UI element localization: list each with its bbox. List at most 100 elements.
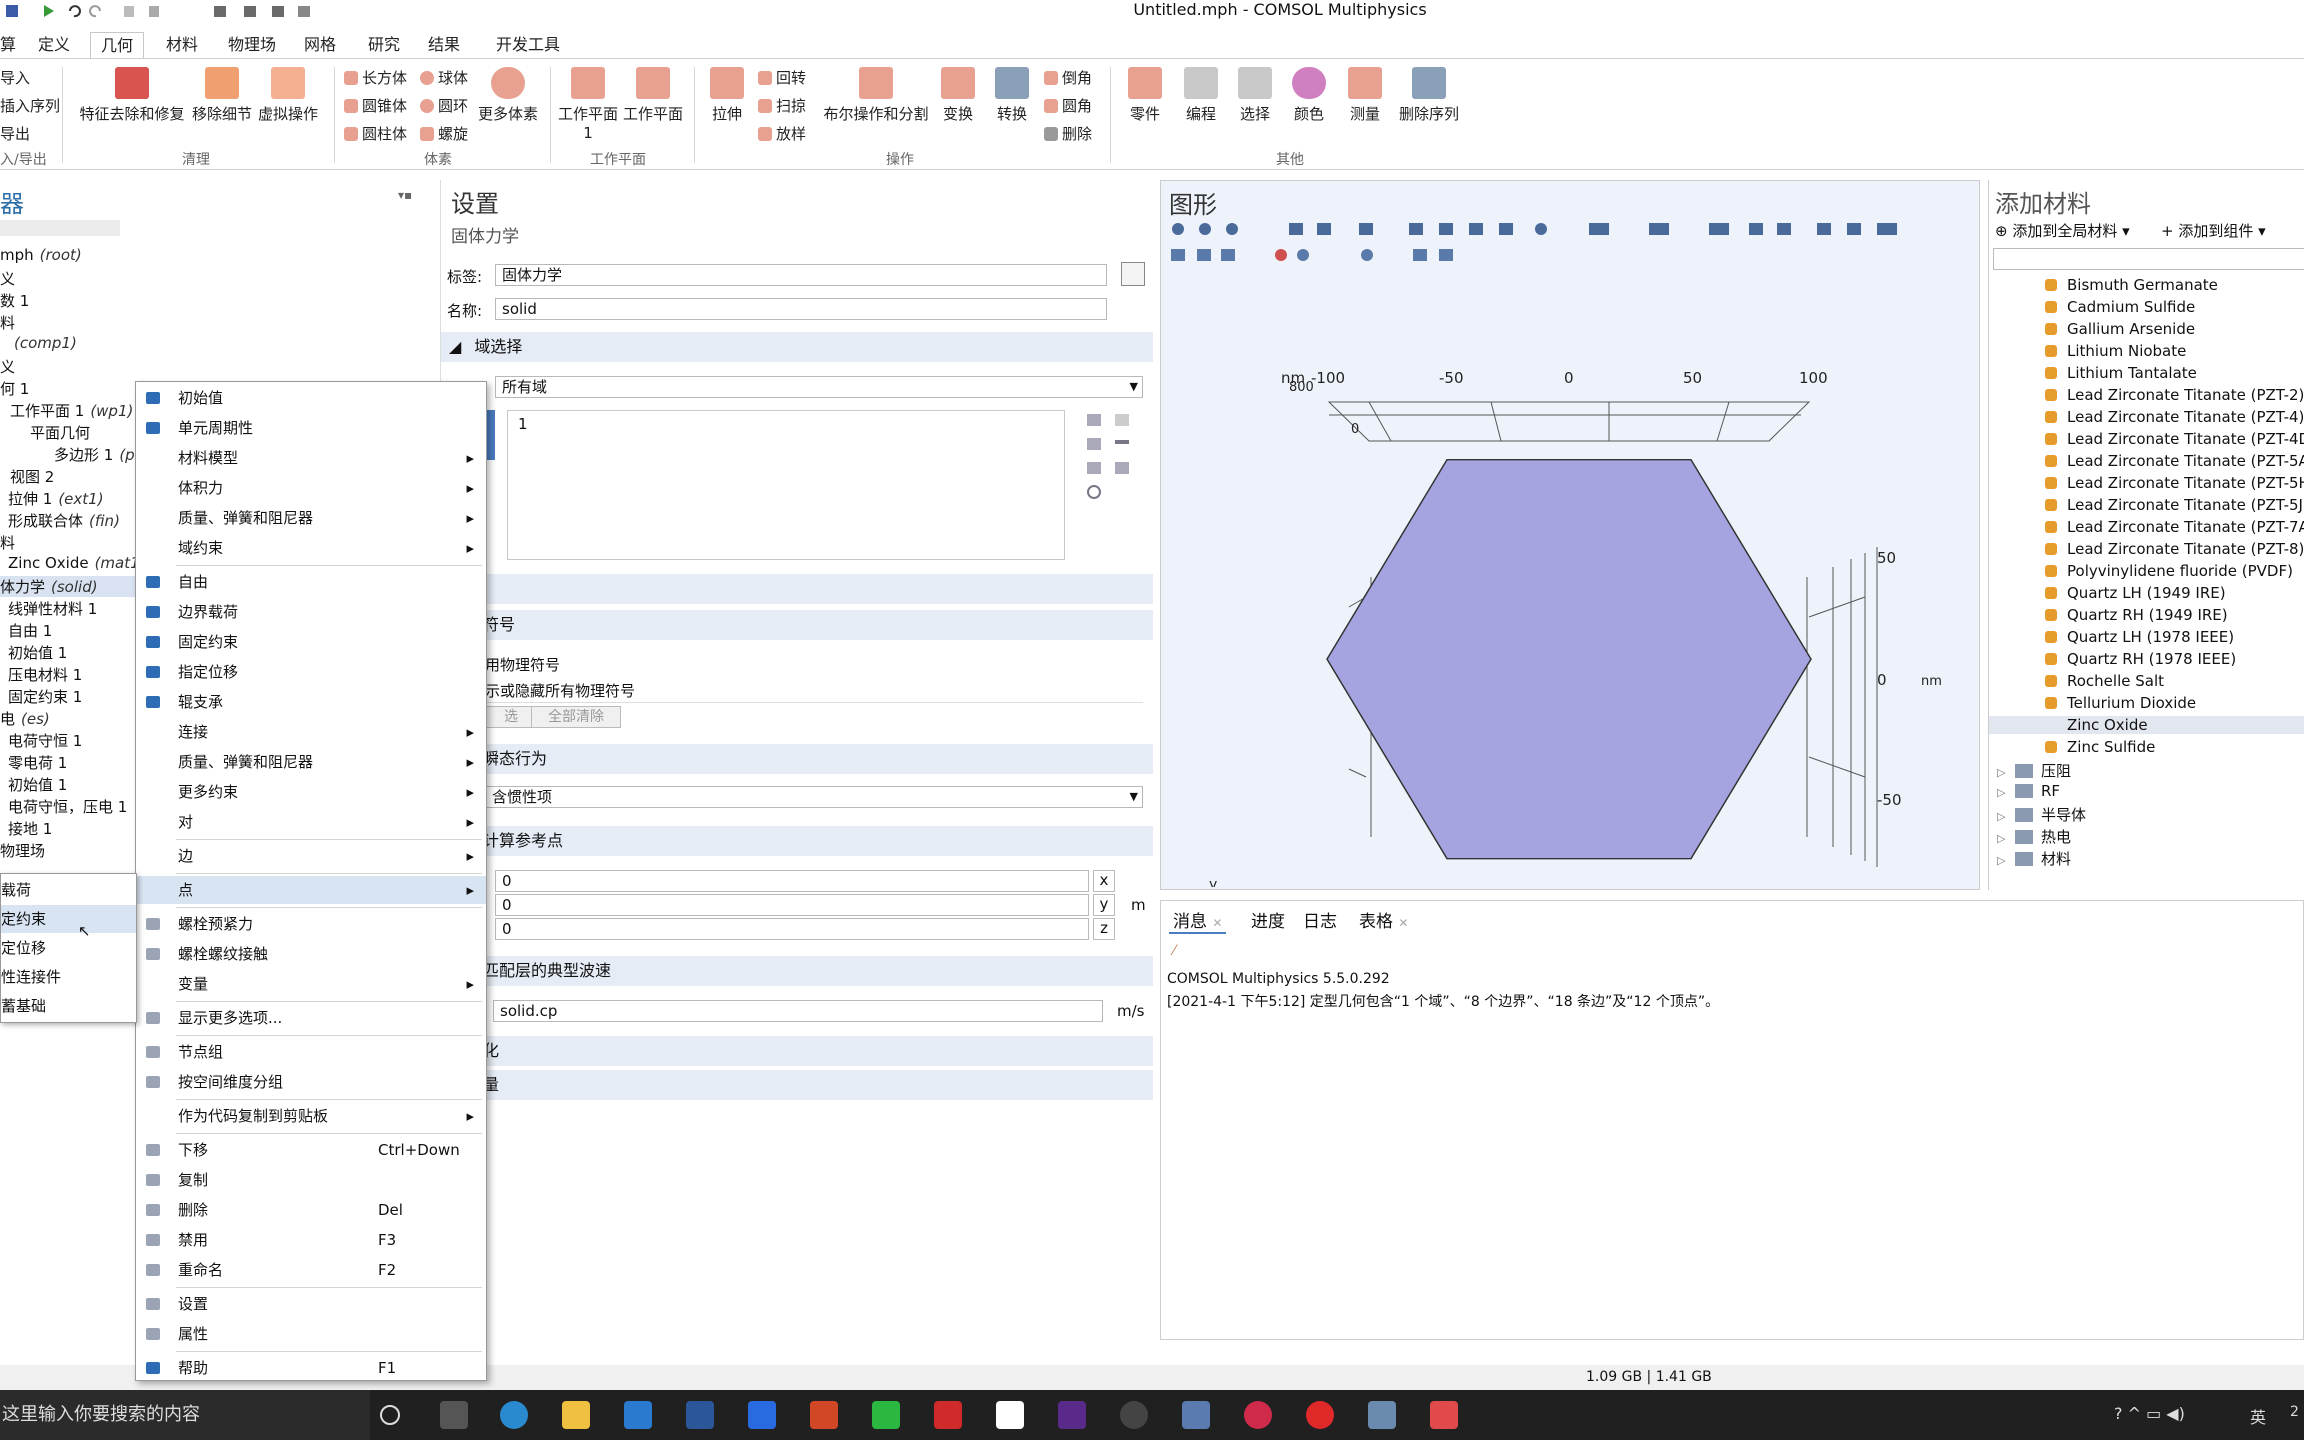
submenu-item[interactable]: 载荷 [1,876,136,904]
material-item[interactable]: Cadmium Sulfide [2044,298,2195,316]
material-item[interactable]: Lead Zirconate Titanate (PZT-5J) [2045,496,2304,514]
programming-button[interactable]: 编程 [1176,67,1226,124]
section-dependent-variables[interactable]: 因变量 [441,1070,1153,1100]
en-dictionary-icon[interactable] [996,1401,1024,1429]
material-item[interactable]: Lead Zirconate Titanate (PZT-2) [2044,386,2304,404]
tree-node[interactable]: 接地 1 [8,818,52,839]
menu-item[interactable]: 删除 Del [136,1196,486,1224]
color-button[interactable]: 颜色 [1284,67,1334,124]
domain-list[interactable]: 1 [507,410,1065,560]
remove-details-button[interactable]: 移除细节 [190,67,254,124]
graphics-toolbar[interactable] [1169,219,1929,239]
menu-item[interactable]: 更多约束 ▸ [136,778,486,806]
menu-item[interactable]: 作为代码复制到剪贴板 ▸ [136,1102,486,1130]
taskbar-search-box[interactable]: 这里输入你要搜索的内容 [0,1390,370,1440]
add-to-global-button[interactable]: ⊕ 添加到全局材料 ▾ [1995,220,2130,241]
section-discretization[interactable]: 离散化 [441,1036,1153,1066]
torus-button[interactable]: 圆环 [420,95,468,116]
label-field[interactable]: 固体力学 [495,264,1107,286]
expand-icon[interactable]: ▷ [1997,810,2009,823]
k-app-icon[interactable] [748,1401,776,1429]
tree-node[interactable]: 拉伸 1 (ext1) [8,488,104,509]
word-icon[interactable] [686,1401,714,1429]
delete-sequence-button[interactable]: 删除序列 [1394,67,1464,124]
import-button[interactable]: 导入 [0,67,30,88]
comsol-icon[interactable] [1368,1401,1396,1429]
ref-point-x-field[interactable]: 0 [495,870,1089,892]
tree-node[interactable]: 形成联合体 (fin) [8,510,120,531]
hexagon-domain[interactable] [1326,458,1812,860]
menu-item[interactable]: 指定位移 [136,658,486,686]
menu-item[interactable]: 设置 [136,1290,486,1318]
edge-icon[interactable] [500,1401,528,1429]
sweep-button[interactable]: 扫掠 [758,95,806,116]
menu-item[interactable]: 单元周期性 [136,414,486,442]
insert-sequence-button[interactable]: 插入序列 [0,95,60,116]
delete-entities-button[interactable]: 删除 [1044,123,1092,144]
menu-item[interactable]: 固定约束 [136,628,486,656]
graphics-canvas[interactable]: nm 800 -100 -50 0 50 100 0 50 0 -50 nm y… [1161,277,1979,887]
cone-button[interactable]: 圆锥体 [344,95,407,116]
tree-node[interactable]: 电 (es) [0,708,50,729]
cylinder-button[interactable]: 圆柱体 [344,123,407,144]
menu-item[interactable]: 连接 ▸ [136,718,486,746]
block-button[interactable]: 长方体 [344,67,407,88]
tree-node[interactable]: 初始值 1 [8,642,67,663]
record-icon[interactable] [1306,1401,1334,1429]
material-item[interactable]: Tellurium Dioxide [2044,694,2196,712]
tree-node[interactable]: 线弹性材料 1 [8,598,97,619]
tree-node[interactable]: 视图 2 [10,466,54,487]
sphere-button[interactable]: 球体 [420,67,468,88]
transforms-button[interactable]: 变换 [934,67,982,124]
material-item[interactable]: Lithium Tantalate [2045,364,2197,382]
menu-item[interactable]: 复制 [136,1166,486,1194]
model-tree[interactable]: mph (root) 义数 1 料 (comp1) 义何 1 工作平面 1 (wp1) 平面几何… [0,246,135,906]
close-icon[interactable]: ✕ [1212,916,1222,930]
material-item[interactable]: Lead Zirconate Titanate (PZT-4D [2044,430,2304,448]
tab-log[interactable]: 日志 [1303,907,1337,932]
material-item[interactable]: Quartz LH (1978 IEEE) [2044,628,2234,646]
mail-icon[interactable] [624,1401,652,1429]
selections-button[interactable]: 选择 [1230,67,1280,124]
section-equation[interactable]: 方程 [441,574,1153,604]
clear-broom-icon[interactable]: ⁄ [1173,943,1187,959]
selection-toolbar[interactable] [1085,412,1135,502]
menu-item[interactable]: 重命名 F2 [136,1256,486,1284]
chamfer-button[interactable]: 倒角 [1044,67,1092,88]
input-method-indicator[interactable]: 英 [2250,1404,2266,1428]
material-item[interactable]: Lithium Niobate [2044,342,2186,360]
parts-button[interactable]: 零件 [1120,67,1170,124]
material-item[interactable]: Lead Zirconate Titanate (PZT-8) [2044,540,2304,558]
section-domain-selection[interactable]: ◢ 域选择 [441,332,1153,362]
menu-item[interactable]: 点 ▸ [136,876,486,904]
menu-item[interactable]: 变量 ▸ [136,970,486,998]
extrude-button[interactable]: 拉伸 [700,67,754,124]
material-item[interactable]: Quartz RH (1949 IRE) [2045,606,2228,624]
material-folder[interactable]: ▷ 压阻 [1997,760,2071,781]
material-item[interactable]: Zinc Oxide [1989,716,2304,734]
close-icon[interactable]: ✕ [1398,916,1408,930]
material-item[interactable]: Bismuth Germanate [2045,276,2218,294]
app-icon[interactable] [1182,1401,1210,1429]
tab-mesh[interactable]: 网格 [304,32,336,58]
material-item[interactable]: Rochelle Salt [2044,672,2164,690]
wave-speed-field[interactable]: solid.cp [493,1000,1103,1022]
expand-icon[interactable]: ▷ [1997,854,2009,867]
section-structural-transient[interactable]: 结构瞬态行为 [441,744,1153,774]
submenu-item[interactable]: 定位移 [1,934,136,962]
tree-node[interactable]: (comp1) [8,334,77,352]
select-button[interactable]: 选 [485,706,537,728]
tree-node[interactable]: 义 [0,356,15,377]
work-plane-1-button[interactable]: 工作平面 1 [558,67,618,142]
menu-item[interactable]: 辊支承 [136,688,486,716]
more-primitives-button[interactable]: 更多体素 [472,67,544,124]
label-edit-icon[interactable] [1121,262,1145,286]
panel-menu-icon[interactable]: ▾▪ [398,188,420,202]
material-item[interactable]: Gallium Arsenide [2044,320,2195,338]
conversions-button[interactable]: 转换 [988,67,1036,124]
material-item[interactable]: Quartz RH (1978 IEEE) [2044,650,2236,668]
model-builder-toolbar[interactable] [0,220,120,236]
tab-table[interactable]: 表格 ✕ [1359,907,1408,932]
expand-icon[interactable]: ▷ [1997,786,2009,799]
tree-node[interactable]: 料 [0,532,15,553]
